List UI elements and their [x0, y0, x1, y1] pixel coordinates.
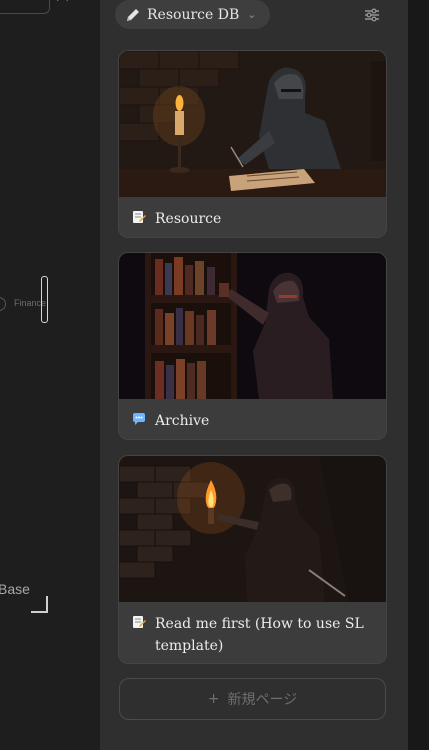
database-view-tab[interactable]: Resource DB ⌄: [115, 0, 271, 29]
new-page-button[interactable]: + 新規ページ: [119, 678, 386, 720]
pencil-icon: [127, 8, 139, 21]
card-cover-image: [119, 51, 386, 197]
chevron-down-icon: ⌄: [247, 8, 257, 21]
card-cover-image: [119, 253, 386, 399]
plus-icon: +: [207, 691, 220, 707]
card-title: Archive: [155, 413, 210, 429]
panel-resize-handle[interactable]: [41, 276, 48, 323]
right-edge-gutter: [408, 0, 429, 750]
card-caption: Archive: [119, 399, 386, 432]
card-title: Resource: [155, 211, 222, 227]
gallery-card-archive[interactable]: Archive: [119, 253, 386, 439]
memo-icon: [133, 616, 146, 628]
database-name: Resource DB: [147, 6, 240, 23]
base-label: Base: [0, 581, 30, 597]
sliders-icon[interactable]: [362, 5, 382, 25]
memo-icon: [133, 211, 146, 223]
new-page-label: 新規ページ: [227, 692, 298, 708]
card-cover-image: [119, 456, 386, 602]
database-panel: Resource DB ⌄ Resource Archive Read me f…: [100, 0, 408, 750]
card-caption: Resource: [119, 197, 386, 230]
canvas-top-pill[interactable]: [0, 0, 50, 14]
corner-resize-icon[interactable]: [31, 596, 48, 613]
gallery-card-read-me-first[interactable]: Read me first (How to use SL template): [119, 456, 386, 663]
speech-bubble-icon: [133, 413, 145, 425]
gallery-card-resource[interactable]: Resource: [119, 51, 386, 237]
canvas-top-dots: ··: [56, 0, 75, 7]
finance-node-icon: [0, 297, 6, 311]
card-caption: Read me first (How to use SL template): [119, 602, 386, 657]
canvas-area: ·· Finance Base: [0, 0, 100, 750]
card-title: Read me first (How to use SL template): [155, 616, 364, 654]
